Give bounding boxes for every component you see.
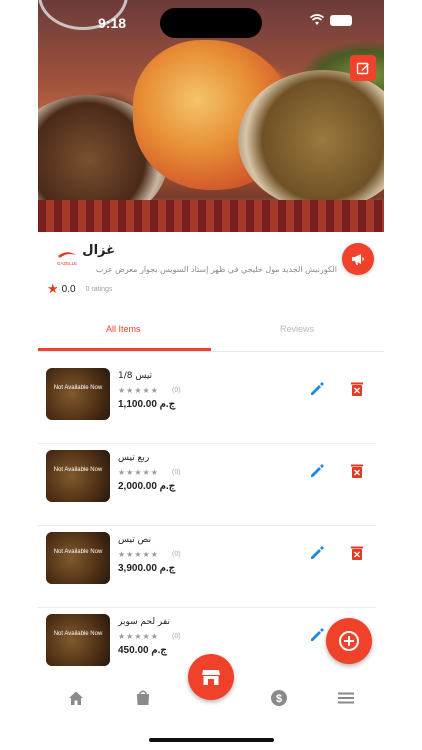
menu-tabs: All Items Reviews xyxy=(38,312,384,352)
edit-square-icon xyxy=(356,62,369,75)
promo-button[interactable] xyxy=(342,243,374,275)
restaurant-logo: GAZELLE xyxy=(57,252,77,266)
megaphone-icon xyxy=(352,254,364,265)
availability-label: Not Available Now xyxy=(53,549,103,555)
pencil-icon[interactable] xyxy=(308,462,326,480)
tab-all-items[interactable]: All Items xyxy=(106,324,141,334)
item-rating-count: (0) xyxy=(172,551,181,558)
item-price: 450.00 ج.م xyxy=(118,645,167,656)
shopping-bag-icon[interactable] xyxy=(134,689,152,707)
item-image: Not Available Now xyxy=(46,532,110,584)
rating-count: 0 ratings xyxy=(85,285,113,293)
pencil-icon[interactable] xyxy=(308,380,326,398)
item-stars: ★★★★★ xyxy=(118,386,159,395)
battery-icon xyxy=(330,15,352,26)
item-rating-count: (0) xyxy=(172,469,181,476)
status-bar: 9:18 xyxy=(38,0,384,44)
trash-x-icon[interactable] xyxy=(348,462,366,480)
menu-icon[interactable] xyxy=(337,689,355,707)
item-rating-count: (0) xyxy=(172,387,181,394)
plus-circle-icon xyxy=(339,631,359,651)
tablecloth xyxy=(38,200,384,232)
star-icon: ★ xyxy=(47,281,59,296)
restaurant-screen: 9:18 GAZELLE غزال الكورنيش الجديد مول خل… xyxy=(0,0,422,750)
home-icon[interactable] xyxy=(67,689,85,707)
item-stars: ★★★★★ xyxy=(118,632,159,641)
item-stars: ★★★★★ xyxy=(118,550,159,559)
item-rating-count: (0) xyxy=(172,633,181,640)
item-price: 3,900.00 ج.م xyxy=(118,563,176,574)
dollar-icon[interactable]: $ xyxy=(270,689,288,707)
item-name: ربع تيس xyxy=(118,453,150,463)
item-name: نفر لحم سوبر xyxy=(118,617,170,627)
pencil-icon[interactable] xyxy=(308,544,326,562)
restaurant-address: الكورنيش الجديد مول خليجي في ظهر إستاد ا… xyxy=(95,265,337,274)
svg-text:GAZELLE: GAZELLE xyxy=(57,261,77,266)
store-button[interactable] xyxy=(188,654,234,700)
pencil-icon[interactable] xyxy=(308,626,326,644)
availability-label: Not Available Now xyxy=(53,467,103,473)
wifi-icon xyxy=(310,14,324,25)
bottom-navigation: $ xyxy=(38,654,384,724)
status-time: 9:18 xyxy=(98,15,127,31)
store-icon xyxy=(202,670,220,685)
item-price: 2,000.00 ج.م xyxy=(118,481,176,492)
svg-text:$: $ xyxy=(276,693,282,705)
home-indicator xyxy=(149,738,274,742)
add-item-button[interactable] xyxy=(326,618,372,664)
trash-x-icon[interactable] xyxy=(348,544,366,562)
item-image: Not Available Now xyxy=(46,368,110,420)
trash-x-icon[interactable] xyxy=(348,380,366,398)
edit-cover-button[interactable] xyxy=(350,55,376,81)
tab-reviews[interactable]: Reviews xyxy=(280,324,314,334)
availability-label: Not Available Now xyxy=(53,385,103,391)
item-price: 1,100.00 ج.م xyxy=(118,399,176,410)
availability-label: Not Available Now xyxy=(53,631,103,637)
menu-item[interactable]: Not Available Now نص تيس ★★★★★ (0) 3,900… xyxy=(38,526,376,608)
item-image: Not Available Now xyxy=(46,450,110,502)
restaurant-name: غزال xyxy=(82,243,115,258)
tab-indicator xyxy=(38,348,211,351)
menu-item[interactable]: Not Available Now ربع تيس ★★★★★ (0) 2,00… xyxy=(38,444,376,526)
restaurant-rating: ★ 0.0 0 ratings xyxy=(47,281,112,297)
notch xyxy=(160,8,262,38)
item-name: نص تيس xyxy=(118,535,152,545)
item-image: Not Available Now xyxy=(46,614,110,666)
item-stars: ★★★★★ xyxy=(118,468,159,477)
item-name: تيس 1/8 xyxy=(118,371,153,381)
rating-value: 0.0 xyxy=(61,283,76,295)
menu-item[interactable]: Not Available Now تيس 1/8 ★★★★★ (0) 1,10… xyxy=(38,362,376,444)
